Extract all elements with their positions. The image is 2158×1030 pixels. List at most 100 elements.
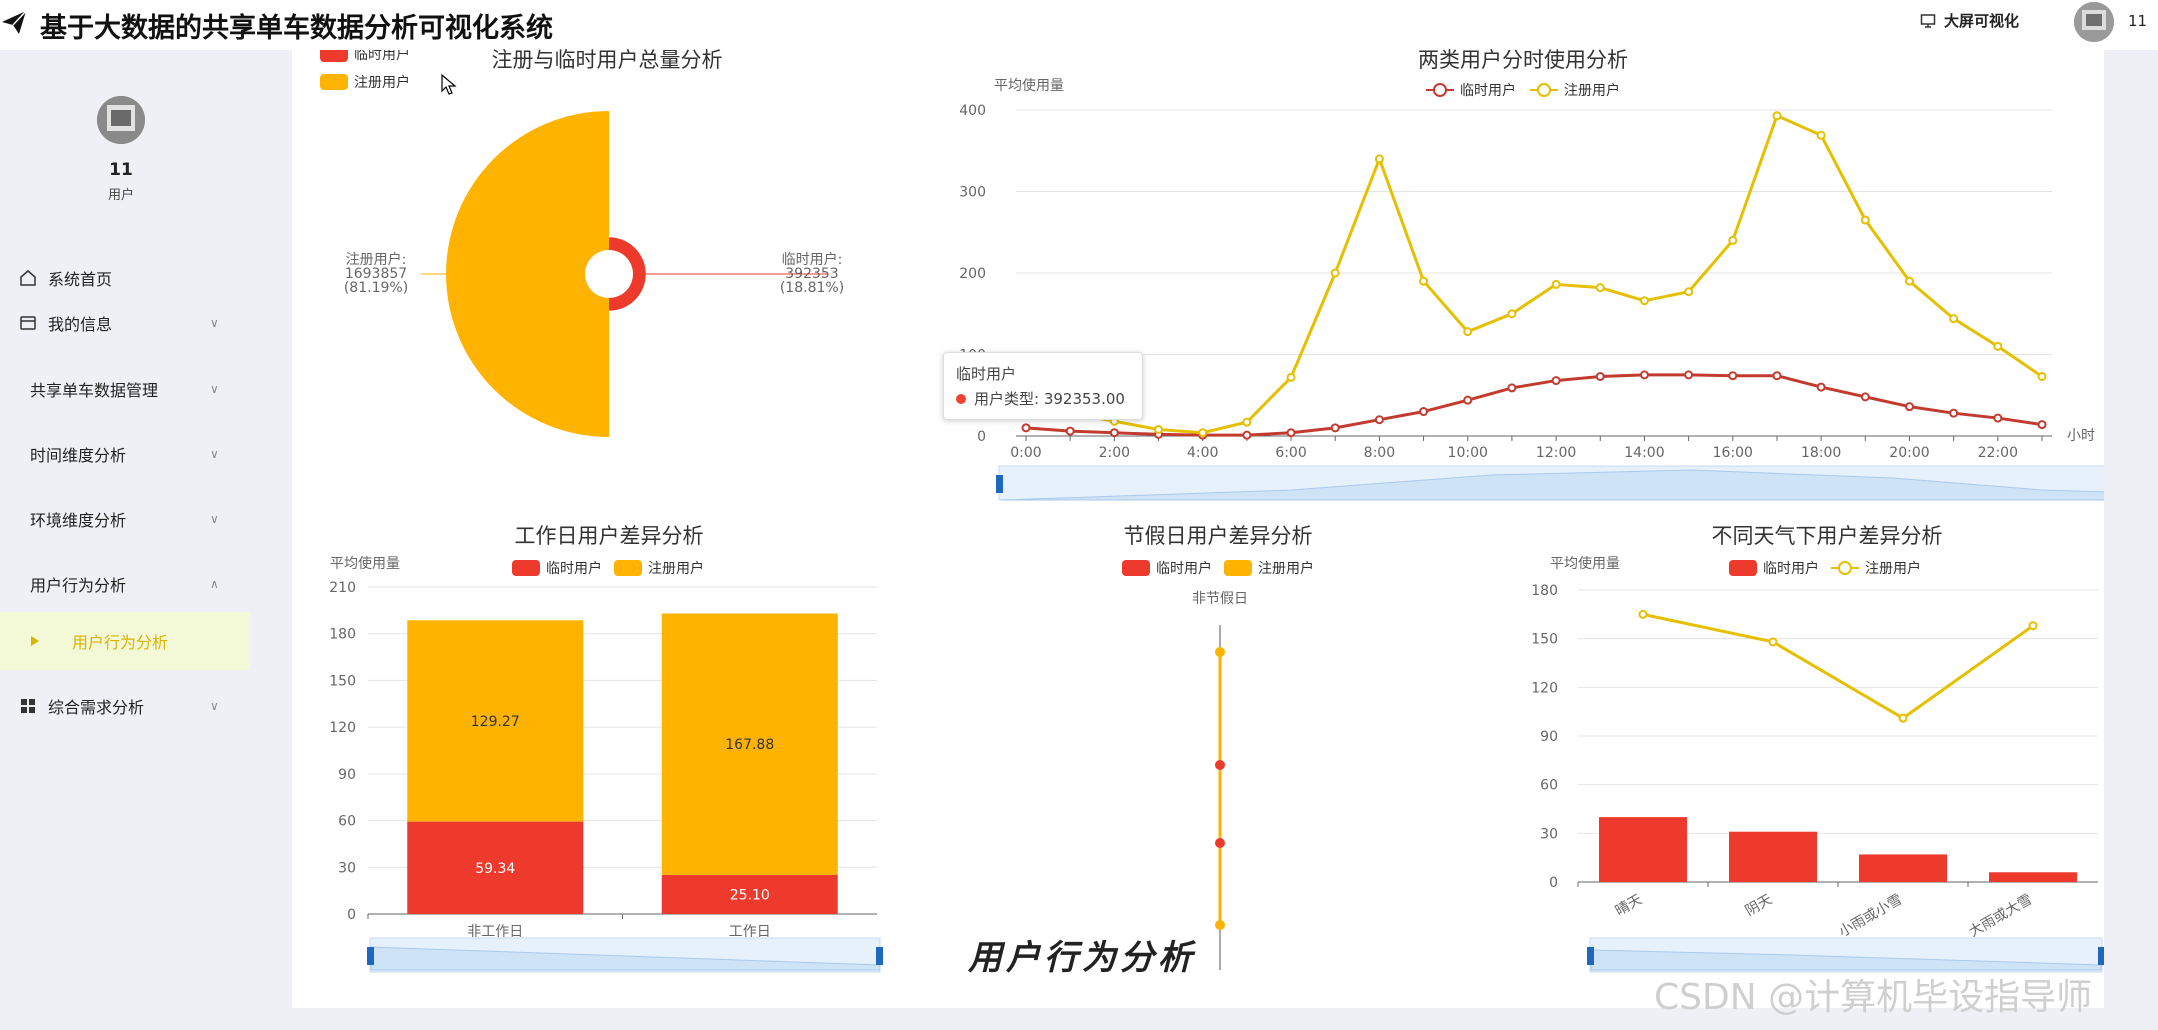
tooltip-label: 用户类型: 392353.00 [974, 390, 1125, 408]
play-icon [31, 636, 39, 646]
hourly-xtick: 16:00 [1713, 445, 1753, 461]
weather-ylabel: 平均使用量 [1550, 555, 1620, 572]
hourly-point [1860, 392, 1870, 402]
top-username[interactable]: 11 [2128, 12, 2147, 30]
menu-item-comprehensive[interactable]: 综合需求分析 ∨ [0, 684, 250, 728]
hourly-point [1551, 376, 1561, 386]
holiday-axis-label: 非节假日 [1192, 591, 1248, 607]
hourly-ytick: 200 [959, 266, 986, 282]
workday-ylabel: 平均使用量 [330, 555, 400, 572]
hourly-point [1728, 235, 1738, 245]
hourly-point [2037, 372, 2047, 382]
chevron-down-icon: ∨ [210, 316, 219, 330]
hourly-point [1551, 279, 1561, 289]
holiday-point [1215, 920, 1225, 930]
holiday-legend-registered-swatch [1224, 560, 1252, 576]
workday-ytick: 210 [329, 580, 356, 596]
hourly-point [1330, 268, 1340, 278]
menu-item-my-info[interactable]: 我的信息 ∨ [0, 301, 250, 345]
workday-bar-label: 25.10 [730, 887, 770, 903]
menu-label: 系统首页 [48, 270, 113, 289]
pie-legend-casual-swatch [320, 50, 348, 62]
chevron-down-icon: ∨ [210, 382, 219, 396]
hourly-point [1595, 372, 1605, 382]
hourly-xtick: 2:00 [1099, 445, 1130, 461]
hourly-point [1286, 428, 1296, 438]
weather-legend-casual-swatch [1729, 560, 1757, 576]
workday-datazoom-handle-right [876, 947, 883, 965]
workday-legend-casual-swatch [512, 560, 540, 576]
hourly-point [1639, 296, 1649, 306]
hourly-ytick: 0 [977, 429, 986, 445]
weather-ytick: 60 [1540, 778, 1558, 794]
hourly-point [1463, 395, 1473, 405]
weather-point [1768, 637, 1778, 647]
weather-legend-casual-label: 临时用户 [1763, 560, 1819, 577]
menu-item-time-analysis[interactable]: 时间维度分析 ∨ [0, 432, 250, 476]
pie-slice-casual [609, 237, 646, 311]
workday-ytick: 0 [347, 907, 356, 923]
holiday-legend-registered-label: 注册用户 [1258, 560, 1314, 577]
weather-xtick: 阴天 [1743, 892, 1775, 920]
menu-item-user-behavior[interactable]: 用户行为分析 ∧ [0, 562, 250, 606]
hourly-point [1021, 423, 1031, 433]
hourly-point [1860, 215, 1870, 225]
menu-item-home[interactable]: 系统首页 [0, 256, 250, 300]
hourly-point [1639, 370, 1649, 380]
menu-label: 用户行为分析 [30, 576, 127, 595]
hourly-point [1242, 430, 1252, 440]
submenu-item-user-behavior[interactable]: 用户行为分析 [0, 612, 250, 670]
home-icon [20, 270, 36, 286]
workday-legend-registered-swatch [614, 560, 642, 576]
top-avatar[interactable] [2074, 2, 2114, 42]
user-role: 用户 [107, 188, 134, 203]
hourly-xtick: 6:00 [1275, 445, 1306, 461]
holiday-point [1215, 760, 1225, 770]
hourly-xtick: 22:00 [1978, 445, 2018, 461]
weather-series-line [1642, 612, 2034, 720]
hourly-point [1816, 382, 1826, 392]
user-name: 11 [109, 160, 133, 180]
app-title: 基于大数据的共享单车数据分析可视化系统 [40, 13, 553, 44]
hourly-point [1198, 428, 1208, 438]
weather-point [1638, 609, 1648, 619]
tooltip-dot [956, 394, 966, 404]
workday-ytick: 120 [329, 720, 356, 736]
chevron-down-icon: ∨ [210, 447, 219, 461]
menu-label: 环境维度分析 [30, 511, 127, 530]
hourly-point [1684, 370, 1694, 380]
pie-legend-registered-label: 注册用户 [354, 74, 410, 91]
bigscreen-button[interactable]: 大屏可视化 [1920, 10, 2019, 31]
hourly-point [1904, 402, 1914, 412]
hourly-ylabel: 平均使用量 [994, 77, 1064, 94]
hourly-xtick: 20:00 [1889, 445, 1929, 461]
hourly-datazoom-handle-left [996, 475, 1003, 493]
weather-xtick: 小雨或小雪 [1836, 892, 1905, 941]
workday-legend-casual-label: 临时用户 [546, 560, 602, 577]
cursor-icon [441, 74, 457, 95]
holiday-legend-casual-swatch [1122, 560, 1150, 576]
menu-item-env-analysis[interactable]: 环境维度分析 ∨ [0, 497, 250, 541]
hourly-point [1993, 341, 2003, 351]
weather-ytick: 150 [1531, 632, 1558, 648]
menu-label: 我的信息 [48, 315, 113, 334]
weather-datazoom-handle-right [2098, 947, 2104, 965]
hourly-point [1772, 111, 1782, 121]
hourly-legend-casual-label: 临时用户 [1460, 82, 1516, 99]
hourly-point [1595, 283, 1605, 293]
hourly-point [1242, 417, 1252, 427]
hourly-xlabel: 小时 [2067, 428, 2095, 444]
top-bar: 基于大数据的共享单车数据分析可视化系统 大屏可视化 11 [0, 0, 2158, 50]
weather-xtick: 晴天 [1613, 892, 1645, 920]
hourly-point [1728, 371, 1738, 381]
charts-canvas: 临时用户注册用户临时用户:392353(18.81%)注册用户:1693857(… [320, 50, 2104, 973]
menu-label: 共享单车数据管理 [30, 381, 159, 400]
pie-legend-registered-swatch [320, 74, 348, 90]
workday-ytick: 90 [338, 767, 356, 783]
workday-ytick: 150 [329, 673, 356, 689]
hourly-point [1374, 154, 1384, 164]
menu-item-bike-data[interactable]: 共享单车数据管理 ∨ [0, 367, 250, 411]
workday-ytick: 60 [338, 814, 356, 830]
hourly-point [1419, 407, 1429, 417]
weather-legend-registered-marker [1838, 561, 1852, 575]
